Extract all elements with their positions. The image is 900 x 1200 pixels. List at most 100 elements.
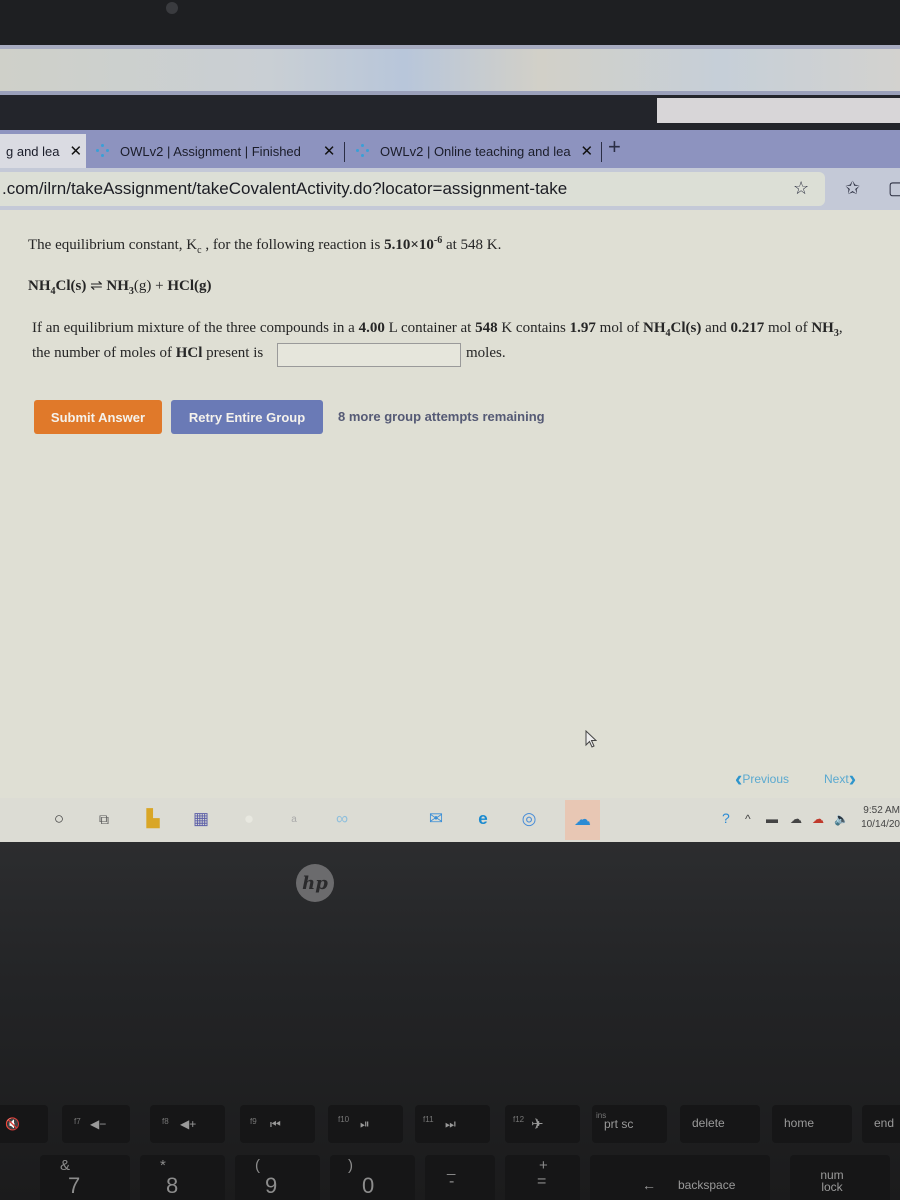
webcam	[166, 2, 178, 14]
temperature-value: 548	[475, 320, 498, 336]
key-label: delete	[692, 1116, 725, 1130]
moles-nh3: 0.217	[730, 320, 765, 336]
previous-button[interactable]: ‹ Previous	[735, 768, 789, 790]
key-label: end	[874, 1116, 895, 1130]
key-mute[interactable]: 🔇	[0, 1105, 48, 1143]
app-icon[interactable]: ●	[238, 808, 260, 830]
attempts-remaining: 8 more group attempts remaining	[338, 409, 545, 424]
text: and	[701, 320, 731, 336]
battery-icon[interactable]: ▬	[766, 812, 778, 826]
key-home[interactable]: home	[772, 1105, 852, 1143]
question-intro: The equilibrium constant, Kc , for the f…	[28, 235, 501, 256]
retry-entire-group-button[interactable]: Retry Entire Group	[171, 400, 323, 434]
text: L container at	[384, 320, 476, 336]
next-track-icon: ⏭	[445, 1117, 456, 1131]
key-f10[interactable]: f10 ⏯	[328, 1105, 403, 1143]
address-bar: .com/ilrn/takeAssignment/takeCovalentAct…	[0, 168, 900, 210]
close-tab-icon[interactable]: ✕	[581, 142, 594, 160]
tab-owl-online-teaching[interactable]: OWLv2 | Online teaching and lea ✕	[356, 134, 601, 168]
copilot-icon[interactable]: ∞	[331, 808, 353, 830]
fn-label: f10	[338, 1115, 350, 1124]
key-equals[interactable]: + =	[505, 1155, 580, 1200]
tab-separator	[344, 142, 345, 162]
collections-icon[interactable]: ▢	[888, 178, 900, 199]
text: mol of	[764, 320, 812, 336]
text: the number of moles of	[32, 345, 176, 361]
favorites-icon[interactable]: ✩	[845, 178, 860, 199]
mail-icon[interactable]: ✉	[425, 808, 447, 830]
hcl-moles-input[interactable]	[277, 343, 461, 367]
taskbar-clock[interactable]: 9:52 AM 10/14/20	[852, 804, 900, 832]
tab-separator	[601, 142, 602, 162]
reactant: Cl(s)	[55, 278, 87, 294]
url-input[interactable]: .com/ilrn/takeAssignment/takeCovalentAct…	[0, 172, 825, 206]
k-value: 5.10×10	[384, 237, 434, 253]
key-f12[interactable]: f12 ✈	[505, 1105, 580, 1143]
key-7[interactable]: & 7	[40, 1155, 130, 1200]
k-exponent: -6	[433, 235, 443, 246]
task-view-icon[interactable]: ⧉	[93, 808, 115, 830]
key-0[interactable]: ) 0	[330, 1155, 415, 1200]
product: (g) +	[133, 278, 168, 294]
next-button[interactable]: Next ›	[824, 768, 856, 790]
key-end[interactable]: end	[862, 1105, 900, 1143]
close-tab-icon[interactable]: ✕	[323, 142, 336, 160]
volume-down-icon: ◀−	[90, 1117, 107, 1131]
file-explorer-icon[interactable]: ▙	[142, 808, 164, 830]
window-title-panel	[657, 98, 900, 123]
key-label: 0	[362, 1173, 375, 1198]
key-f7[interactable]: f7 ◀−	[62, 1105, 130, 1143]
species: NH	[643, 320, 666, 336]
close-tab-icon[interactable]: ✕	[70, 142, 83, 160]
laptop-keyboard-area	[0, 842, 900, 1200]
key-shift-label: (	[255, 1157, 260, 1174]
fn-label: f7	[74, 1117, 81, 1126]
edge-beta-icon[interactable]: ◎	[518, 808, 540, 830]
owl-favicon-icon	[96, 144, 110, 158]
help-icon[interactable]: ?	[722, 810, 730, 826]
tab-title: OWLv2 | Assignment | Finished	[120, 143, 301, 159]
add-favorite-icon[interactable]: ☆	[793, 178, 809, 199]
tab-active[interactable]: g and lea ✕	[0, 134, 86, 168]
app-icon[interactable]: a	[283, 808, 305, 830]
key-f8[interactable]: f8 ◀+	[150, 1105, 225, 1143]
network-icon[interactable]: ☁	[790, 812, 802, 826]
fn-label: f9	[250, 1117, 257, 1126]
intro-text: , for the following reaction is	[201, 237, 385, 253]
key-f11[interactable]: f11 ⏭	[415, 1105, 490, 1143]
text: If an equilibrium mixture of the three c…	[32, 320, 359, 336]
key-label: backspace	[678, 1178, 736, 1192]
volume-icon[interactable]: 🔈	[834, 812, 849, 826]
clock-time: 9:52 AM	[863, 805, 900, 816]
key-delete[interactable]: delete	[680, 1105, 760, 1143]
key-label: home	[784, 1116, 815, 1130]
submit-answer-button[interactable]: Submit Answer	[34, 400, 162, 434]
key-numlock[interactable]: num lock	[790, 1155, 890, 1200]
fn-label: f8	[162, 1117, 169, 1126]
key-shift-label: *	[160, 1157, 166, 1174]
edge-icon[interactable]: e	[472, 808, 494, 830]
key-shift-label: &	[60, 1157, 71, 1174]
airplane-mode-icon: ✈	[531, 1116, 544, 1133]
key-prtsc[interactable]: ins prt sc	[592, 1105, 667, 1143]
tab-owl-assignment[interactable]: OWLv2 | Assignment | Finished ✕	[96, 134, 336, 168]
search-icon[interactable]: ○	[48, 808, 70, 830]
question-body: If an equilibrium mixture of the three c…	[32, 320, 843, 339]
key-label: -	[449, 1173, 455, 1190]
key-f9[interactable]: f9 ⏮	[240, 1105, 315, 1143]
equilibrium-arrow-icon: ⇌	[90, 278, 103, 294]
key-label: num lock	[820, 1168, 844, 1194]
text: ,	[838, 320, 843, 336]
chevron-left-icon: ‹	[735, 766, 743, 791]
key-minus[interactable]: _ -	[425, 1155, 495, 1200]
key-backspace[interactable]: ← backspace	[590, 1155, 770, 1200]
onedrive-icon[interactable]: ☁	[565, 800, 600, 840]
onedrive-status-icon[interactable]: ☁	[812, 812, 824, 826]
new-tab-button[interactable]: +	[608, 134, 621, 160]
show-hidden-icons-chevron-icon[interactable]: ^	[745, 812, 751, 826]
key-8[interactable]: * 8	[140, 1155, 225, 1200]
key-9[interactable]: ( 9	[235, 1155, 320, 1200]
fn-label: f12	[513, 1115, 525, 1124]
store-icon[interactable]: ▦	[190, 808, 212, 830]
product: HCl(g)	[167, 278, 212, 294]
